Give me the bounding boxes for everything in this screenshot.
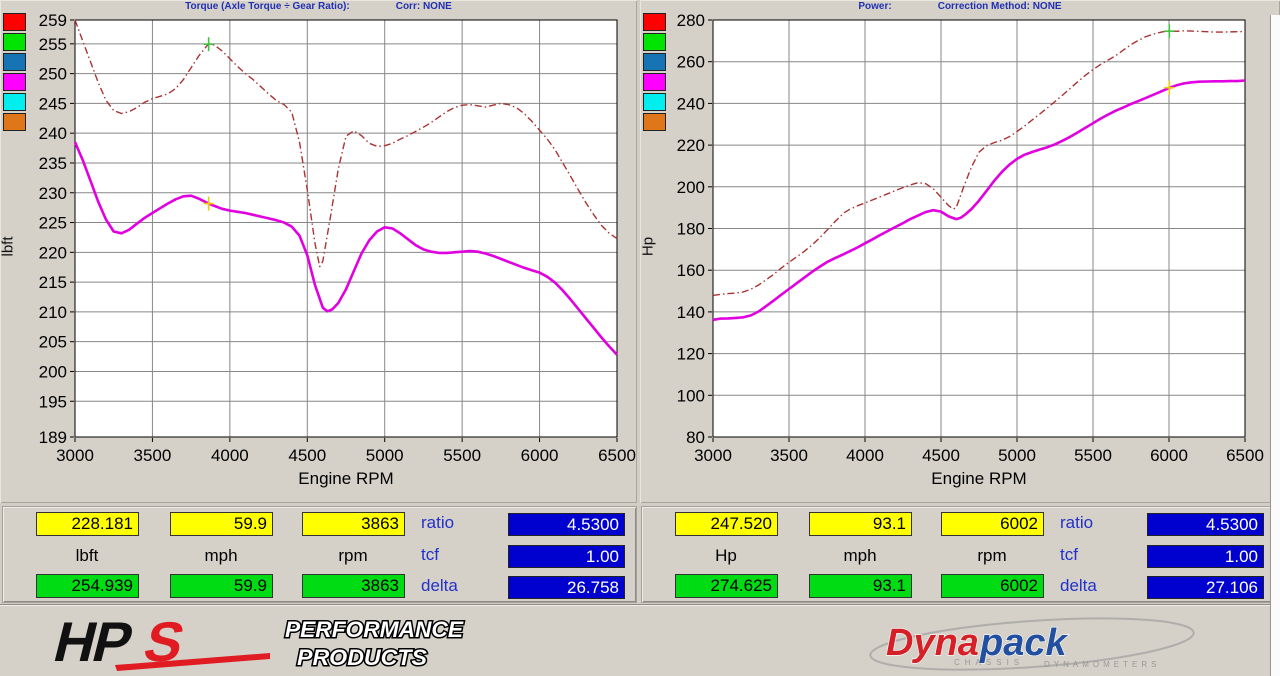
svg-text:3500: 3500 [134,446,172,465]
power-unit-label: Hp [715,546,737,565]
svg-text:220: 220 [677,136,705,155]
svg-text:160: 160 [677,261,705,280]
power-chart[interactable]: 280 260 240 220 200 180 160 140 120 100 803000 3500… [640,0,1280,503]
svg-text:4000: 4000 [211,446,249,465]
power-readout-panel: 247.520 93.1 6002 Hp mph rpm 274.625 93.… [641,506,1280,603]
svg-text:120: 120 [677,345,705,364]
current-power-readout: 247.520 [675,512,778,536]
svg-text:240: 240 [39,124,67,143]
svg-text:280: 280 [677,11,705,30]
ratio-value: 4.5300 [1147,513,1264,536]
svg-text:235: 235 [39,154,67,173]
delta-value: 26.758 [508,576,625,599]
dynapack-logo-chassis-text: CHASSIS [954,658,1024,667]
svg-text:3500: 3500 [770,446,808,465]
svg-text:6000: 6000 [1150,446,1188,465]
dynapack-logo-dynamometers-text: DYNAMOMETERS [1044,660,1160,669]
svg-text:6500: 6500 [598,446,636,465]
current-rpm-readout: 3863 [302,512,405,536]
svg-text:4500: 4500 [288,446,326,465]
svg-text:195: 195 [39,392,67,411]
svg-text:6500: 6500 [1226,446,1264,465]
rpm-unit-label: rpm [977,546,1007,565]
svg-text:205: 205 [39,333,67,352]
dynapack-logo: Dyna pack CHASSIS DYNAMOMETERS [869,617,1195,671]
ratio-value: 4.5300 [508,513,625,536]
footer-bar: HP S PERFORMANCE PRODUCTS Folder Run ID … [0,604,1280,676]
svg-text:3000: 3000 [694,446,732,465]
hps-logo-swoosh [115,653,270,671]
svg-text:5000: 5000 [998,446,1036,465]
reference-rpm-readout: 3863 [302,574,405,598]
tcf-label: tcf [1060,545,1078,564]
svg-text:245: 245 [39,94,67,113]
delta-label: delta [421,576,458,595]
svg-text:6000: 6000 [521,446,559,465]
reference-speed-readout: 93.1 [809,574,912,598]
svg-text:259: 259 [39,11,67,30]
svg-text:5000: 5000 [366,446,404,465]
hps-performance-products-logo: HP S PERFORMANCE PRODUCTS [48,613,466,673]
current-torque-readout: 228.181 [36,512,139,536]
torque-readout-panel: 228.181 59.9 3863 lbft mph rpm 254.939 5… [2,506,637,603]
svg-text:260: 260 [677,53,705,72]
svg-text:140: 140 [677,303,705,322]
svg-text:100: 100 [677,386,705,405]
svg-text:200: 200 [677,178,705,197]
current-speed-readout: 59.9 [170,512,273,536]
hps-logo-products-text: PRODUCTS [297,645,427,670]
torque-chart[interactable]: 259 255 250 245 240 235 230 225 220 215 210 205 200 1… [0,0,637,503]
svg-text:4500: 4500 [922,446,960,465]
svg-text:4000: 4000 [846,446,884,465]
tcf-value: 1.00 [1147,545,1264,568]
vertical-scrollbar[interactable] [1270,15,1280,676]
svg-text:3000: 3000 [56,446,94,465]
svg-text:Engine RPM: Engine RPM [298,469,393,488]
hps-logo-performance-text: PERFORMANCE [285,617,464,642]
delta-label: delta [1060,576,1097,595]
tcf-value: 1.00 [508,545,625,568]
delta-value: 27.106 [1147,576,1264,599]
speed-unit-label: mph [843,546,877,565]
svg-text:5500: 5500 [443,446,481,465]
current-rpm-readout: 6002 [941,512,1044,536]
svg-text:250: 250 [39,65,67,84]
svg-text:225: 225 [39,214,67,233]
torque-chart-panel: Torque (Axle Torque ÷ Gear Ratio): Corr:… [0,0,637,503]
current-speed-readout: 93.1 [809,512,912,536]
reference-rpm-readout: 6002 [941,574,1044,598]
svg-text:210: 210 [39,303,67,322]
hps-logo-hp-text: HP [48,613,137,673]
reference-torque-readout: 254.939 [36,574,139,598]
svg-text:220: 220 [39,243,67,262]
svg-text:255: 255 [39,35,67,54]
ratio-label: ratio [1060,513,1094,532]
power-chart-panel: Power: Correction Method: NONE Hp 280 260… [640,0,1280,503]
svg-text:180: 180 [677,220,705,239]
reference-speed-readout: 59.9 [170,574,273,598]
svg-text:230: 230 [39,184,67,203]
svg-text:Engine RPM: Engine RPM [931,469,1026,488]
rpm-unit-label: rpm [338,546,368,565]
svg-text:80: 80 [686,428,705,447]
dyno-software-window: Torque (Axle Torque ÷ Gear Ratio): Corr:… [0,0,1280,676]
speed-unit-label: mph [204,546,238,565]
tcf-label: tcf [421,545,439,564]
svg-text:5500: 5500 [1074,446,1112,465]
svg-text:189: 189 [39,428,67,447]
torque-unit-label: lbft [75,546,99,565]
svg-text:200: 200 [39,362,67,381]
svg-text:240: 240 [677,94,705,113]
reference-power-readout: 274.625 [675,574,778,598]
ratio-label: ratio [421,513,455,532]
svg-text:215: 215 [39,273,67,292]
